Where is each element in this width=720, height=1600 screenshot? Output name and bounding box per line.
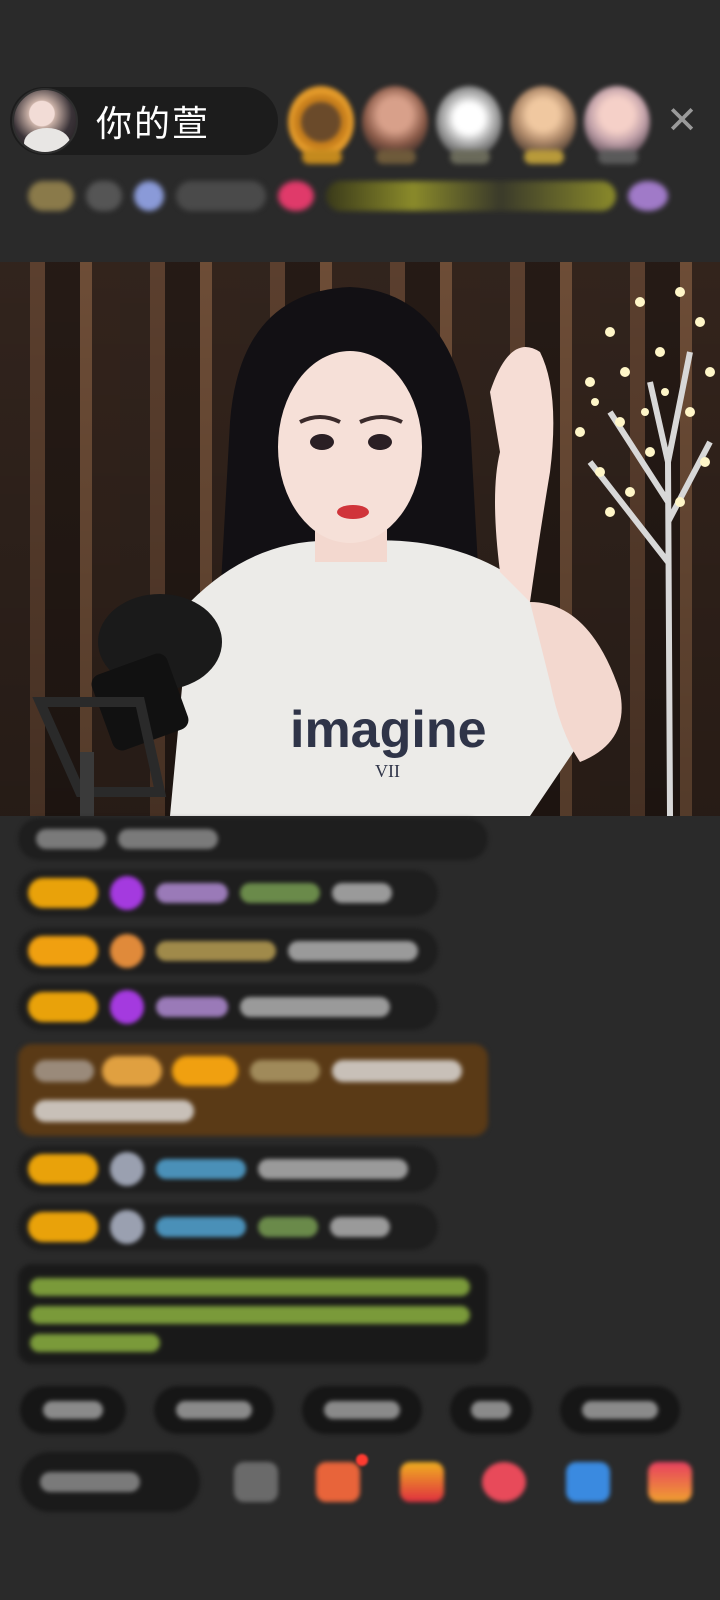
svg-text:VII: VII [375,761,400,781]
bottom-toolbar [20,1452,720,1518]
viewer-avatar[interactable] [510,86,576,164]
chat-message[interactable] [18,984,438,1030]
host-info-pill[interactable]: 你的萱 [10,87,278,155]
shirt-text: imagine [290,701,487,759]
chat-message[interactable] [18,928,438,974]
game-icon[interactable] [566,1462,610,1502]
emoji-icon[interactable] [234,1462,278,1502]
close-icon[interactable]: ✕ [662,100,702,140]
chat-message[interactable] [18,818,488,860]
microphone [32,594,222,816]
highlight-message[interactable] [18,1044,488,1136]
quick-reply-chip[interactable] [560,1386,680,1434]
viewer-avatar[interactable] [288,86,354,164]
top-viewers-list [288,86,650,164]
comment-input[interactable] [20,1452,200,1512]
host-name: 你的萱 [96,104,211,145]
level-badge [28,878,98,908]
viewer-avatar[interactable] [436,86,502,164]
quick-reply-chip[interactable] [450,1386,532,1434]
quick-reply-chip[interactable] [302,1386,422,1434]
fan-badge-icon [110,1152,144,1186]
notification-dot [356,1454,368,1466]
quick-reply-chip[interactable] [20,1386,126,1434]
level-badge [28,1154,98,1184]
viewer-avatar[interactable] [584,86,650,164]
red-packet-icon[interactable] [400,1462,444,1502]
quick-reply-row [20,1386,680,1434]
chat-message[interactable] [18,1204,438,1250]
level-badge [28,936,98,966]
fan-badge-icon [110,990,144,1024]
fan-badge-icon [110,876,144,910]
room-info-strip[interactable] [28,172,698,220]
gift-box-icon[interactable] [316,1462,360,1502]
chat-message[interactable] [18,870,438,916]
quick-reply-chip[interactable] [154,1386,274,1434]
gift-icon[interactable] [648,1462,692,1502]
like-icon[interactable] [482,1462,526,1502]
live-video[interactable]: imagine VII [0,262,720,816]
viewer-avatar[interactable] [362,86,428,164]
system-notice [18,1264,488,1364]
fan-badge-icon [110,1210,144,1244]
level-badge [28,1212,98,1242]
fan-badge-icon [110,934,144,968]
host-avatar[interactable] [12,88,78,154]
chat-message[interactable] [18,1146,438,1192]
level-badge [28,992,98,1022]
